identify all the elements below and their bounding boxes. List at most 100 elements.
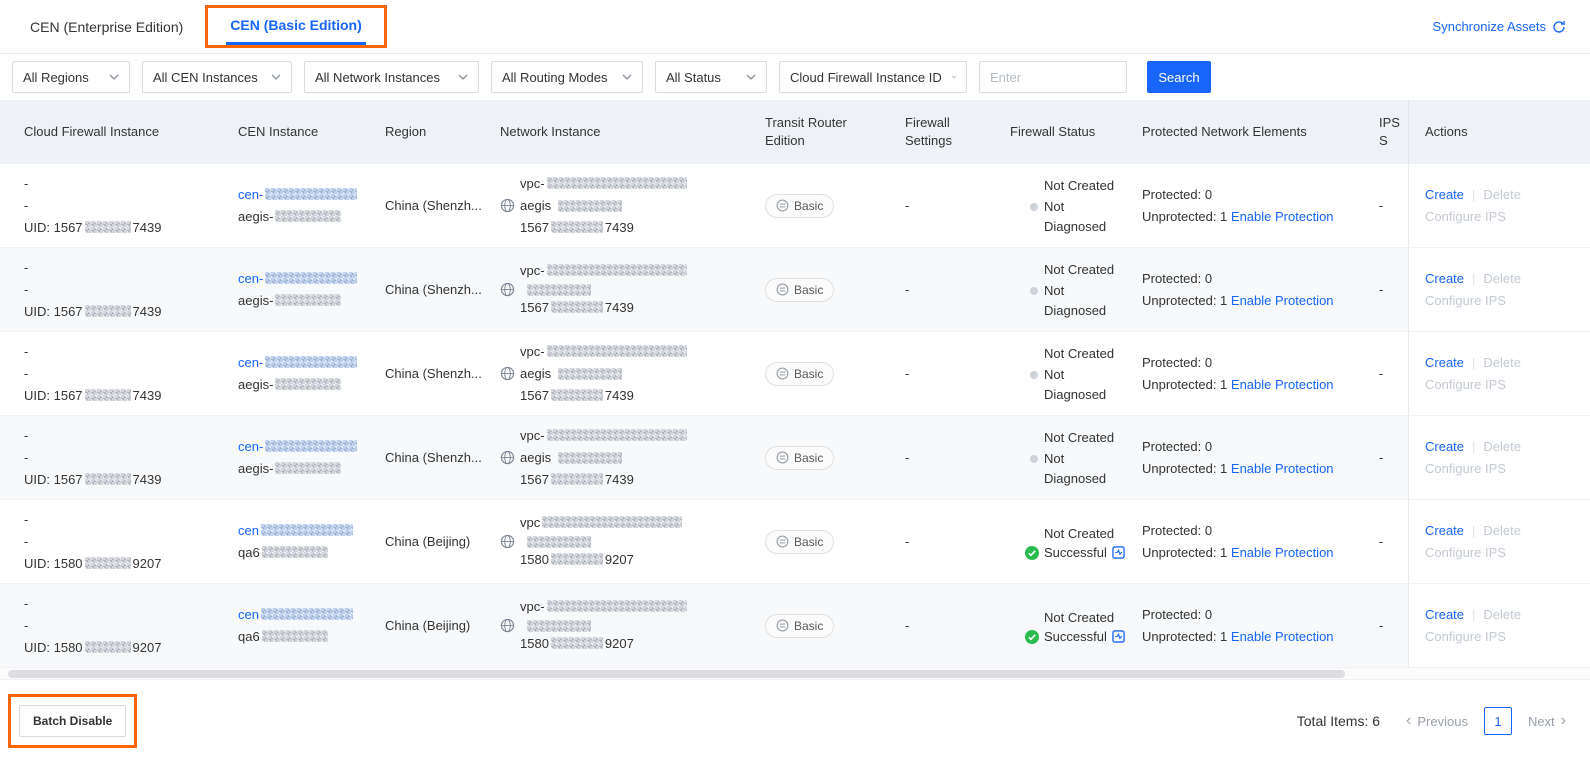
configure-ips-action[interactable]: Configure IPS: [1425, 629, 1506, 644]
cell-actions: Create | Delete Configure IPS: [1408, 248, 1590, 331]
enable-protection-link[interactable]: Enable Protection: [1231, 545, 1334, 560]
gray-dot-icon: [1030, 202, 1038, 211]
enable-protection-link[interactable]: Enable Protection: [1231, 629, 1334, 644]
batch-disable-button[interactable]: Batch Disable: [19, 705, 127, 737]
unprotected-count: Unprotected: 1: [1142, 376, 1228, 392]
redacted-text: [546, 600, 687, 612]
configure-ips-action[interactable]: Configure IPS: [1425, 461, 1506, 476]
delete-action[interactable]: Delete: [1483, 271, 1521, 286]
cell-network-instance: vpc- aegis 1567 7439: [495, 416, 755, 499]
cell-ips-status: -: [1379, 365, 1384, 381]
network-uid: 1567 7439: [520, 387, 634, 403]
network-uid: 1567 7439: [520, 471, 634, 487]
current-page[interactable]: 1: [1483, 707, 1512, 735]
region-label: China (Shenzh...: [385, 365, 482, 381]
cen-instance-link[interactable]: cen-: [238, 439, 359, 454]
cfw-line: -: [24, 427, 29, 443]
filter-dropdown-search-field[interactable]: Cloud Firewall Instance ID: [779, 61, 967, 93]
region-label: China (Shenzh...: [385, 281, 482, 297]
cell-network-instance: vpc- aegis 1567 7439: [495, 332, 755, 415]
cell-ips-status: -: [1379, 533, 1384, 549]
create-action[interactable]: Create: [1425, 439, 1464, 454]
redacted-text: [550, 301, 603, 313]
create-action[interactable]: Create: [1425, 355, 1464, 370]
network-name: [500, 618, 743, 633]
delete-action[interactable]: Delete: [1483, 355, 1521, 370]
cen-instance-name: aegis-: [238, 206, 368, 228]
chevron-down-icon: [622, 74, 632, 80]
edition-icon: [776, 451, 789, 464]
filter-dropdown-regions[interactable]: All Regions: [12, 61, 130, 93]
configure-ips-action[interactable]: Configure IPS: [1425, 545, 1506, 560]
unprotected-count: Unprotected: 1: [1142, 292, 1228, 308]
create-action[interactable]: Create: [1425, 187, 1464, 202]
cell-region: China (Beijing): [380, 500, 495, 583]
tab-cen-basic[interactable]: CEN (Basic Edition): [226, 17, 366, 45]
enable-protection-link[interactable]: Enable Protection: [1231, 293, 1334, 308]
configure-ips-action[interactable]: Configure IPS: [1425, 293, 1506, 308]
next-page-button[interactable]: Next ›: [1528, 713, 1566, 729]
cell-cen-instance: cen qa6: [230, 584, 380, 667]
redacted-text: [84, 220, 131, 233]
enable-protection-link[interactable]: Enable Protection: [1231, 209, 1334, 224]
diagnosis-report-icon[interactable]: [1112, 630, 1125, 643]
vpc-globe-icon: [500, 534, 515, 549]
create-action[interactable]: Create: [1425, 607, 1464, 622]
cfw-line: -: [24, 533, 29, 549]
vpc-id: vpc: [500, 512, 743, 534]
status-not-created: Not Created: [1044, 610, 1115, 625]
synchronize-assets-link[interactable]: Synchronize Assets: [1433, 19, 1566, 34]
cen-instance-link[interactable]: cen: [238, 523, 355, 538]
gray-dot-icon: [1030, 286, 1038, 295]
filter-dropdown-network-instances[interactable]: All Network Instances: [304, 61, 479, 93]
network-name: [500, 282, 743, 297]
pagination: Total Items: 6 ‹ Previous 1 Next ›: [1297, 707, 1566, 735]
chevron-down-icon: [746, 74, 756, 80]
delete-action[interactable]: Delete: [1483, 607, 1521, 622]
filter-dropdown-status[interactable]: All Status: [655, 61, 767, 93]
enable-protection-link[interactable]: Enable Protection: [1231, 461, 1334, 476]
cfw-line: -: [24, 281, 29, 297]
table-row: - - UID: 1580 9207 cen qa6 China (Beijing…: [0, 584, 1590, 668]
table-row: - - UID: 1567 7439 cen- aegis- China (She…: [0, 416, 1590, 500]
cen-instance-link[interactable]: cen-: [238, 355, 359, 370]
filter-dropdown-cen-instances[interactable]: All CEN Instances: [142, 61, 292, 93]
tab-cen-enterprise[interactable]: CEN (Enterprise Edition): [30, 19, 183, 35]
column-header-ips-status: IPS S: [1379, 115, 1400, 148]
redacted-text: [546, 428, 687, 441]
delete-action[interactable]: Delete: [1483, 439, 1521, 454]
delete-action[interactable]: Delete: [1483, 187, 1521, 202]
vpc-id: vpc-: [500, 425, 743, 447]
horizontal-scrollbar[interactable]: [0, 668, 1590, 680]
enable-protection-link[interactable]: Enable Protection: [1231, 377, 1334, 392]
cell-region: China (Shenzh...: [380, 248, 495, 331]
redacted-text: [275, 377, 342, 390]
cen-instance-name: aegis-: [238, 458, 368, 480]
redacted-text: [558, 367, 623, 380]
configure-ips-action[interactable]: Configure IPS: [1425, 377, 1506, 392]
redacted-text: [550, 472, 603, 485]
scrollbar-thumb[interactable]: [8, 670, 1345, 678]
cen-instance-link[interactable]: cen: [238, 607, 355, 622]
cell-firewall-status: Not Created Successful Successful: [1000, 500, 1130, 583]
chevron-down-icon: [951, 75, 956, 79]
diagnosis-report-icon[interactable]: [1112, 546, 1125, 559]
status-not-diagnosed: Not Diagnosed: [1030, 197, 1130, 237]
cell-network-instance: vpc 1580 9207: [495, 500, 755, 583]
refresh-icon: [1553, 20, 1565, 33]
create-action[interactable]: Create: [1425, 271, 1464, 286]
search-value-input[interactable]: [979, 61, 1127, 93]
edition-icon: [776, 367, 789, 380]
delete-action[interactable]: Delete: [1483, 523, 1521, 538]
configure-ips-action[interactable]: Configure IPS: [1425, 209, 1506, 224]
previous-page-button[interactable]: ‹ Previous: [1406, 713, 1468, 729]
filter-dropdown-routing-modes[interactable]: All Routing Modes: [491, 61, 643, 93]
cell-ips-status: -: [1379, 449, 1384, 465]
cell-protected-network-elements: Protected: 0 Unprotected: 1 Enable Prote…: [1130, 164, 1365, 247]
create-action[interactable]: Create: [1425, 523, 1464, 538]
cen-instance-link[interactable]: cen-: [238, 187, 359, 202]
cen-instance-link[interactable]: cen-: [238, 271, 359, 286]
vpc-globe-icon: [500, 450, 515, 465]
search-button[interactable]: Search: [1147, 61, 1211, 93]
region-label: China (Shenzh...: [385, 449, 482, 465]
